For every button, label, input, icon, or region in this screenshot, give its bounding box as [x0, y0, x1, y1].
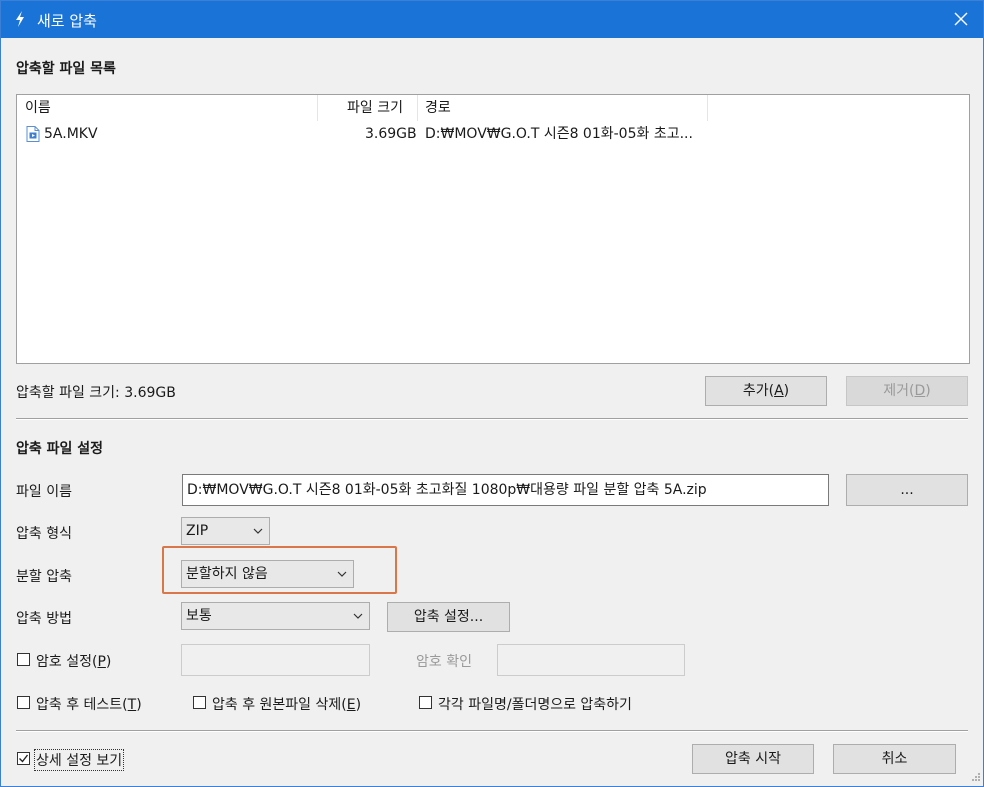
- each-file-checkbox[interactable]: [419, 696, 432, 709]
- total-size-label: 압축할 파일 크기: 3.69GB: [16, 385, 176, 401]
- format-value: ZIP: [186, 523, 209, 539]
- split-select[interactable]: 분할하지 않음: [181, 560, 354, 588]
- file-path: D:₩MOV₩G.O.T 시즌8 01화-05화 초고...: [425, 126, 693, 142]
- video-file-icon: [26, 126, 40, 142]
- each-file-label: 각각 파일명/폴더명으로 압축하기: [438, 697, 632, 713]
- app-bolt-icon: [16, 11, 24, 27]
- password-input[interactable]: [181, 644, 370, 676]
- test-checkbox[interactable]: [17, 696, 30, 709]
- checkmark-icon: [19, 754, 29, 763]
- file-name: 5A.MKV: [44, 126, 98, 142]
- method-label: 압축 방법: [16, 611, 72, 627]
- method-select[interactable]: 보통: [181, 602, 370, 630]
- table-row[interactable]: 5A.MKV 3.69GB D:₩MOV₩G.O.T 시즌8 01화-05화 초…: [17, 123, 717, 145]
- delete-original-label: 압축 후 원본파일 삭제(E): [212, 697, 362, 713]
- method-value: 보통: [186, 608, 212, 624]
- chevron-down-icon: [253, 528, 263, 534]
- filename-input[interactable]: D:₩MOV₩G.O.T 시즌8 01화-05화 초고화질 1080p₩대용량 …: [182, 474, 829, 506]
- window-title: 새로 압축: [37, 12, 97, 30]
- compress-dialog: 새로 압축 압축할 파일 목록 이름 파일 크기 경로 5A.MKV 3.69G…: [0, 0, 984, 787]
- column-name[interactable]: 이름: [25, 95, 51, 121]
- format-select[interactable]: ZIP: [181, 517, 270, 545]
- file-list[interactable]: 이름 파일 크기 경로 5A.MKV 3.69GB D:₩MOV₩G.O.T 시…: [16, 94, 970, 364]
- method-settings-button[interactable]: 압축 설정...: [387, 602, 510, 632]
- format-label: 압축 형식: [16, 526, 72, 542]
- details-label: 상세 설정 보기: [34, 749, 125, 771]
- title-bar: 새로 압축: [1, 1, 983, 38]
- remove-button[interactable]: 제거(D): [846, 376, 968, 406]
- close-icon: [954, 12, 968, 26]
- split-value: 분할하지 않음: [186, 566, 268, 582]
- resize-grip-icon[interactable]: [969, 772, 981, 784]
- settings-title: 압축 파일 설정: [16, 441, 104, 457]
- browse-button[interactable]: ...: [846, 474, 968, 506]
- add-button[interactable]: 추가(A): [705, 376, 827, 406]
- start-compress-button[interactable]: 압축 시작: [692, 744, 814, 774]
- test-label: 압축 후 테스트(T): [36, 697, 142, 713]
- chevron-down-icon: [337, 571, 347, 577]
- column-path[interactable]: 경로: [425, 95, 451, 121]
- details-checkbox[interactable]: [17, 752, 30, 765]
- file-list-title: 압축할 파일 목록: [16, 61, 116, 77]
- split-label: 분할 압축: [16, 569, 72, 585]
- password-label: 암호 설정(P): [36, 654, 112, 670]
- file-size: 3.69GB: [365, 126, 417, 142]
- delete-original-checkbox[interactable]: [193, 696, 206, 709]
- chevron-down-icon: [353, 613, 363, 619]
- confirm-input[interactable]: [497, 644, 685, 676]
- password-checkbox[interactable]: [17, 653, 30, 666]
- filename-label: 파일 이름: [16, 484, 72, 500]
- confirm-label: 암호 확인: [416, 654, 472, 670]
- close-button[interactable]: [939, 1, 983, 38]
- cancel-button[interactable]: 취소: [833, 744, 956, 774]
- column-size[interactable]: 파일 크기: [347, 95, 403, 121]
